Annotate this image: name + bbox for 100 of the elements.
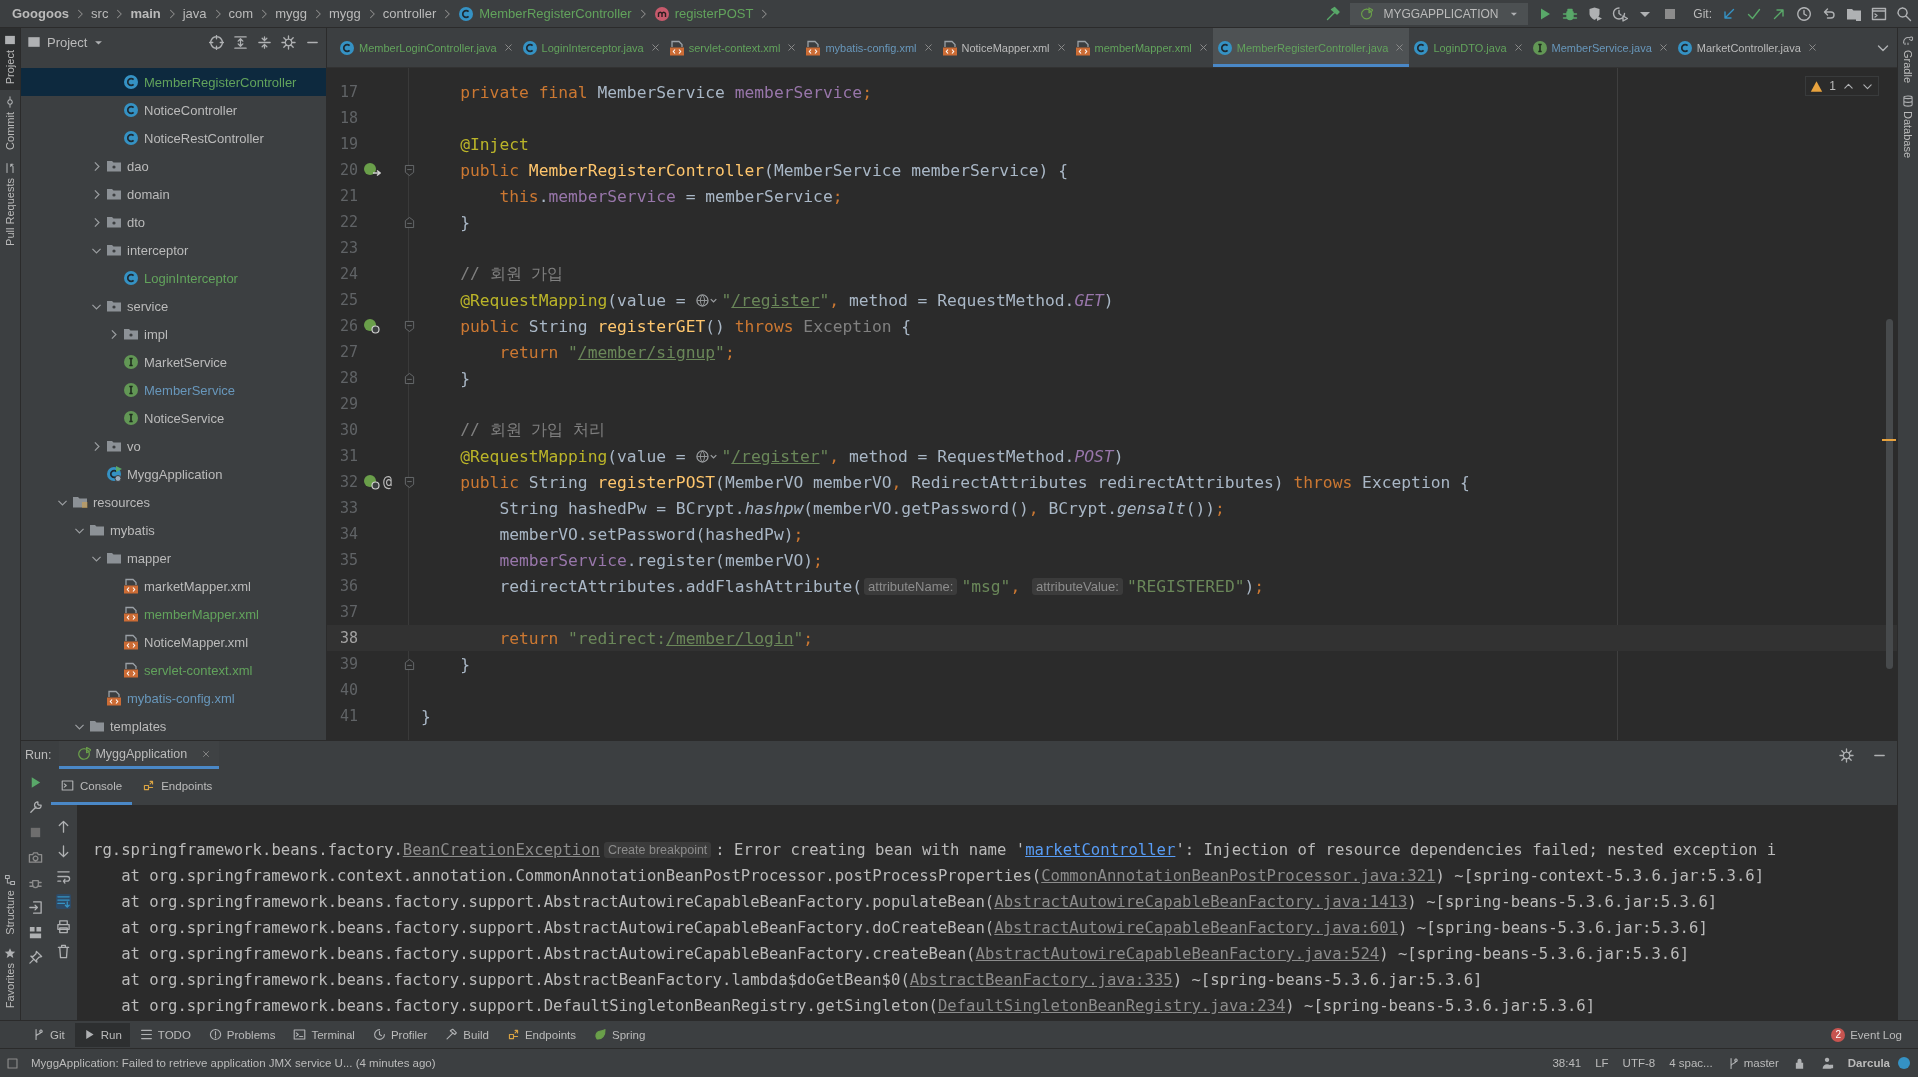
bean-globe-icon[interactable] bbox=[363, 318, 381, 334]
settings-icon[interactable] bbox=[281, 34, 296, 50]
fold-marker-icon[interactable] bbox=[404, 475, 415, 489]
editor-tab[interactable]: NoticeMapper.xml bbox=[937, 28, 1071, 67]
project-view-dropdown[interactable]: Project bbox=[27, 34, 105, 50]
history-icon[interactable] bbox=[1796, 5, 1812, 22]
rollback-icon[interactable] bbox=[1821, 5, 1837, 22]
tree-item[interactable]: LoginInterceptor bbox=[21, 264, 326, 292]
tree-item[interactable]: vo bbox=[21, 432, 326, 460]
close-icon[interactable] bbox=[1657, 42, 1669, 53]
editor-tab[interactable]: servlet-context.xml bbox=[664, 28, 802, 67]
print-icon[interactable] bbox=[55, 919, 71, 934]
breadcrumb-item[interactable]: controller bbox=[382, 6, 437, 21]
breadcrumb-item[interactable]: mygg bbox=[275, 6, 307, 21]
breadcrumb-item[interactable]: com bbox=[228, 6, 254, 21]
fold-marker-icon[interactable] bbox=[404, 215, 415, 229]
tree-item[interactable]: servlet-context.xml bbox=[21, 656, 326, 684]
tool-window-button[interactable]: Spring bbox=[586, 1022, 654, 1047]
editor-tab[interactable]: MemberLoginController.java bbox=[335, 28, 518, 67]
editor-tab[interactable]: memberMapper.xml bbox=[1070, 28, 1213, 67]
close-icon[interactable] bbox=[1197, 42, 1209, 53]
tool-window-tab[interactable]: Gradle bbox=[1898, 28, 1918, 90]
tree-item[interactable]: mybatis-config.xml bbox=[21, 684, 326, 712]
coverage-icon[interactable] bbox=[1587, 5, 1604, 22]
build-hammer-icon[interactable] bbox=[1325, 5, 1342, 22]
presentation-icon[interactable] bbox=[1871, 5, 1887, 22]
breadcrumb-item[interactable]: main bbox=[130, 6, 161, 21]
editor-tab[interactable]: LoginInterceptor.java bbox=[517, 28, 665, 67]
status-item[interactable]: UTF-8 bbox=[1622, 1057, 1656, 1069]
scroll-to-end-icon[interactable] bbox=[55, 894, 71, 909]
warning-marker[interactable] bbox=[1882, 439, 1896, 441]
layout-icon[interactable] bbox=[27, 925, 43, 940]
collapse-all-icon[interactable] bbox=[257, 34, 272, 50]
soft-wrap-icon[interactable] bbox=[55, 869, 71, 884]
close-icon[interactable] bbox=[201, 748, 212, 759]
close-icon[interactable] bbox=[1512, 42, 1524, 53]
expand-all-icon[interactable] bbox=[233, 34, 248, 50]
camera-icon[interactable] bbox=[27, 850, 43, 865]
tool-window-tab[interactable]: Structure bbox=[0, 868, 20, 941]
source-link[interactable]: AbstractAutowireCapableBeanFactory.java:601 bbox=[994, 919, 1398, 937]
exit-icon[interactable] bbox=[27, 900, 43, 915]
locate-icon[interactable] bbox=[209, 34, 224, 50]
close-icon[interactable] bbox=[649, 42, 661, 53]
tree-item[interactable]: MarketService bbox=[21, 348, 326, 376]
tree-item[interactable]: dto bbox=[21, 208, 326, 236]
tree-item[interactable]: templates bbox=[21, 712, 326, 740]
pin-icon[interactable] bbox=[27, 950, 43, 965]
tool-window-button[interactable]: Endpoints bbox=[498, 1022, 585, 1047]
theme-widget[interactable]: Darcula bbox=[1847, 1057, 1910, 1069]
panel-toggle-icon[interactable] bbox=[6, 1056, 19, 1070]
tool-window-button[interactable]: Profiler bbox=[364, 1022, 436, 1047]
status-item[interactable]: 4 spac... bbox=[1669, 1057, 1713, 1069]
event-log-button[interactable]: 2 Event Log bbox=[1823, 1022, 1910, 1047]
tree-item[interactable]: NoticeService bbox=[21, 404, 326, 432]
tool-window-tab[interactable]: Pull Requests bbox=[0, 156, 20, 252]
close-icon[interactable] bbox=[1055, 42, 1067, 53]
tool-window-tab[interactable]: Favorites bbox=[0, 940, 20, 1014]
tree-item[interactable]: service bbox=[21, 292, 326, 320]
class-link[interactable]: marketController bbox=[1025, 841, 1176, 859]
source-link[interactable]: AbstractAutowireCapableBeanFactory.java:524 bbox=[975, 945, 1380, 963]
tree-item[interactable]: mybatis bbox=[21, 516, 326, 544]
tree-item[interactable]: dao bbox=[21, 152, 326, 180]
tree-item[interactable]: memberMapper.xml bbox=[21, 600, 326, 628]
tool-window-button[interactable]: Git bbox=[24, 1022, 73, 1047]
status-item[interactable]: 38:41 bbox=[1552, 1057, 1582, 1069]
status-message[interactable]: MyggApplication: Failed to retrieve application JMX service U... (4 minutes ago) bbox=[31, 1057, 436, 1069]
tree-item[interactable]: resources bbox=[21, 488, 326, 516]
tool-window-button[interactable]: Run bbox=[74, 1022, 130, 1047]
source-link[interactable]: BeanCreationException bbox=[402, 841, 600, 859]
tool-window-tab[interactable]: Commit bbox=[0, 90, 20, 157]
tree-item[interactable]: MemberService bbox=[21, 376, 326, 404]
editor-tab[interactable]: LoginDTO.java bbox=[1409, 28, 1528, 67]
run-configuration-dropdown[interactable]: MYGGAPPLICATION bbox=[1350, 2, 1529, 25]
fold-marker-icon[interactable] bbox=[404, 371, 415, 385]
editor-tab[interactable]: mybatis-config.xml bbox=[801, 28, 938, 67]
breadcrumb-item[interactable]: registerPOST bbox=[653, 5, 754, 22]
source-link[interactable]: AbstractBeanFactory.java:335 bbox=[909, 971, 1173, 989]
close-icon[interactable] bbox=[922, 42, 934, 53]
breadcrumb-item[interactable]: mygg bbox=[328, 6, 361, 21]
tool-window-button[interactable]: TODO bbox=[131, 1022, 199, 1047]
close-icon[interactable] bbox=[502, 42, 514, 53]
tree-item[interactable]: NoticeController bbox=[21, 96, 326, 124]
search-icon[interactable] bbox=[1896, 5, 1912, 22]
scrollbar-thumb[interactable] bbox=[1886, 319, 1893, 669]
tool-window-button[interactable]: Problems bbox=[200, 1022, 284, 1047]
close-icon[interactable] bbox=[1806, 42, 1818, 53]
tool-window-button[interactable]: Terminal bbox=[285, 1022, 363, 1047]
inspection-widget[interactable]: 1 bbox=[1805, 76, 1879, 96]
editor-tab[interactable]: MarketController.java bbox=[1672, 28, 1822, 67]
breadcrumb-item[interactable]: MemberRegisterController bbox=[458, 5, 632, 22]
tree-item[interactable]: impl bbox=[21, 320, 326, 348]
close-icon[interactable] bbox=[1394, 42, 1406, 53]
breadcrumb-item[interactable]: src bbox=[91, 6, 109, 21]
fold-marker-icon[interactable] bbox=[404, 163, 415, 177]
source-link[interactable]: CommonAnnotationBeanPostProcessor.java:321 bbox=[1041, 867, 1436, 885]
profile-icon[interactable] bbox=[1612, 5, 1629, 22]
tree-item[interactable]: mapper bbox=[21, 544, 326, 572]
git-branch-widget[interactable]: master bbox=[1726, 1056, 1779, 1070]
bean-globe-icon[interactable] bbox=[363, 474, 381, 490]
breadcrumb-item[interactable]: java bbox=[182, 6, 207, 21]
